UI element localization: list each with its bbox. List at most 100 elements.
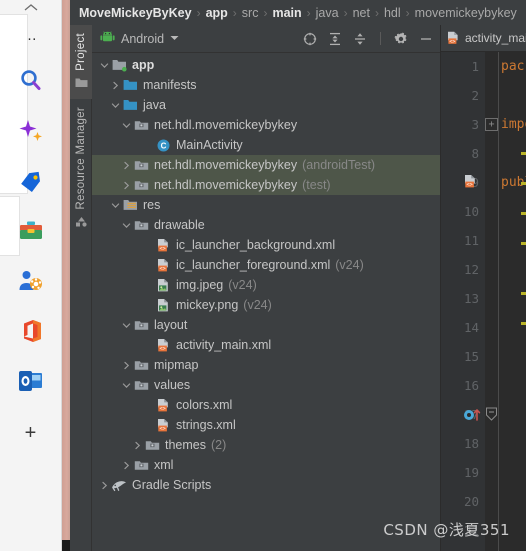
fold-expand-icon[interactable]: + bbox=[485, 118, 498, 131]
expand-all-button[interactable] bbox=[327, 31, 343, 47]
code-line[interactable] bbox=[499, 545, 526, 551]
chevron-down-icon[interactable] bbox=[120, 219, 133, 232]
tree-row[interactable]: manifests bbox=[92, 75, 440, 95]
chevron-right-icon[interactable] bbox=[120, 359, 133, 372]
chevron-down-icon[interactable] bbox=[120, 379, 133, 392]
line-number[interactable]: 2 bbox=[441, 81, 485, 110]
outlook-icon[interactable] bbox=[14, 364, 48, 398]
tree-row[interactable]: drawable bbox=[92, 215, 440, 235]
breadcrumb-item-app[interactable]: app bbox=[205, 6, 229, 20]
code-line[interactable]: pack bbox=[499, 52, 526, 81]
editor-body[interactable]: 1238<>91011121314151617181920212223 + pa… bbox=[441, 52, 526, 551]
sidebar-item-resource-manager[interactable]: Resource Manager bbox=[70, 99, 92, 238]
tree-row[interactable]: xml bbox=[92, 455, 440, 475]
hide-panel-button[interactable] bbox=[418, 31, 434, 47]
tree-row[interactable]: Gradle Scripts bbox=[92, 475, 440, 495]
search-icon[interactable] bbox=[14, 64, 48, 98]
chevron-down-icon[interactable] bbox=[98, 59, 111, 72]
collapse-all-button[interactable] bbox=[352, 31, 368, 47]
tree-row[interactable]: layout bbox=[92, 315, 440, 335]
code-line[interactable] bbox=[499, 458, 526, 487]
tree-row[interactable]: img.jpeg (v24) bbox=[92, 275, 440, 295]
breadcrumb-item-main[interactable]: main bbox=[271, 6, 302, 20]
tree-row[interactable]: themes (2) bbox=[92, 435, 440, 455]
chevron-down-icon[interactable] bbox=[120, 319, 133, 332]
code-line[interactable] bbox=[499, 81, 526, 110]
office-icon[interactable] bbox=[14, 314, 48, 348]
fold-region-end-icon[interactable] bbox=[485, 407, 498, 422]
editor-tab-activity-main-xml[interactable]: <> activity_main.x bbox=[441, 25, 526, 52]
line-number[interactable]: 1 bbox=[441, 52, 485, 81]
chevron-down-icon[interactable] bbox=[170, 35, 179, 43]
code-line[interactable] bbox=[499, 487, 526, 516]
breadcrumb-item-movemickeybykey[interactable]: MoveMickeyByKey bbox=[78, 6, 193, 20]
chevron-down-icon[interactable] bbox=[109, 99, 122, 112]
ai-sparkle-icon[interactable] bbox=[14, 114, 48, 148]
code-line[interactable] bbox=[499, 284, 526, 313]
settings-gear-button[interactable] bbox=[393, 31, 409, 47]
line-number[interactable]: 11 bbox=[441, 226, 485, 255]
line-number[interactable]: 17 bbox=[441, 400, 485, 429]
line-number[interactable]: 13 bbox=[441, 284, 485, 313]
chevron-down-icon[interactable] bbox=[109, 199, 122, 212]
chevron-right-icon[interactable] bbox=[120, 159, 133, 172]
tree-row[interactable]: C MainActivity bbox=[92, 135, 440, 155]
line-number[interactable]: 18 bbox=[441, 429, 485, 458]
fold-column[interactable]: + bbox=[485, 52, 499, 551]
dock-add-button[interactable]: + bbox=[14, 420, 48, 446]
line-number[interactable]: <> 9 bbox=[441, 168, 485, 197]
line-number[interactable]: 16 bbox=[441, 371, 485, 400]
line-number[interactable]: 20 bbox=[441, 487, 485, 516]
tree-row[interactable]: net.hdl.movemickeybykey bbox=[92, 115, 440, 135]
person-settings-icon[interactable] bbox=[14, 264, 48, 298]
sidebar-item-project[interactable]: Project bbox=[70, 25, 92, 99]
tree-row[interactable]: <> ic_launcher_foreground.xml (v24) bbox=[92, 255, 440, 275]
code-text[interactable]: packimpopubl bbox=[499, 52, 526, 551]
project-tree[interactable]: app manifests java net.hdl.movemickeybykey C… bbox=[92, 53, 440, 551]
line-number[interactable]: 22 bbox=[441, 545, 485, 551]
chevron-right-icon[interactable] bbox=[109, 79, 122, 92]
tag-icon[interactable] bbox=[14, 164, 48, 198]
line-number[interactable]: 15 bbox=[441, 342, 485, 371]
tree-row[interactable]: <> activity_main.xml bbox=[92, 335, 440, 355]
tree-row[interactable]: res bbox=[92, 195, 440, 215]
code-line[interactable]: impo bbox=[499, 110, 526, 139]
breadcrumb-item-net[interactable]: net bbox=[352, 6, 371, 20]
breadcrumb-item-hdl[interactable]: hdl bbox=[383, 6, 402, 20]
line-number[interactable]: 12 bbox=[441, 255, 485, 284]
line-number-gutter[interactable]: 1238<>91011121314151617181920212223 bbox=[441, 52, 485, 551]
tree-row[interactable]: <> ic_launcher_background.xml bbox=[92, 235, 440, 255]
chevron-right-icon[interactable] bbox=[131, 439, 144, 452]
breadcrumb-item-java[interactable]: java bbox=[315, 6, 340, 20]
tree-row[interactable]: values bbox=[92, 375, 440, 395]
code-line[interactable] bbox=[499, 342, 526, 371]
select-opened-file-button[interactable] bbox=[302, 31, 318, 47]
breadcrumb-item-movemickeybykey[interactable]: movemickeybykey bbox=[414, 6, 518, 20]
line-number[interactable]: 14 bbox=[441, 313, 485, 342]
project-view-selector[interactable]: Android bbox=[100, 30, 179, 47]
code-line[interactable] bbox=[499, 255, 526, 284]
code-line[interactable] bbox=[499, 371, 526, 400]
gutter-xml-file-icon[interactable]: <> bbox=[463, 174, 478, 189]
tree-row[interactable]: app bbox=[92, 55, 440, 75]
code-line[interactable] bbox=[499, 429, 526, 458]
line-number[interactable]: 19 bbox=[441, 458, 485, 487]
tree-row[interactable]: mipmap bbox=[92, 355, 440, 375]
code-line[interactable] bbox=[499, 226, 526, 255]
tree-row[interactable]: net.hdl.movemickeybykey (androidTest) bbox=[92, 155, 440, 175]
dock-collapse-chevron-icon[interactable] bbox=[0, 0, 62, 14]
breadcrumb-item-src[interactable]: src bbox=[241, 6, 260, 20]
chevron-down-icon[interactable] bbox=[120, 119, 133, 132]
chevron-right-icon[interactable] bbox=[120, 179, 133, 192]
code-line[interactable] bbox=[499, 516, 526, 545]
line-number[interactable]: 10 bbox=[441, 197, 485, 226]
tree-row[interactable]: <> colors.xml bbox=[92, 395, 440, 415]
tree-row[interactable]: <> strings.xml bbox=[92, 415, 440, 435]
line-number[interactable]: 3 bbox=[441, 110, 485, 139]
chevron-right-icon[interactable] bbox=[120, 459, 133, 472]
line-number[interactable]: 21 bbox=[441, 516, 485, 545]
toolbox-icon[interactable] bbox=[14, 214, 48, 248]
line-number[interactable]: 8 bbox=[441, 139, 485, 168]
tree-row[interactable]: net.hdl.movemickeybykey (test) bbox=[92, 175, 440, 195]
code-line[interactable] bbox=[499, 313, 526, 342]
